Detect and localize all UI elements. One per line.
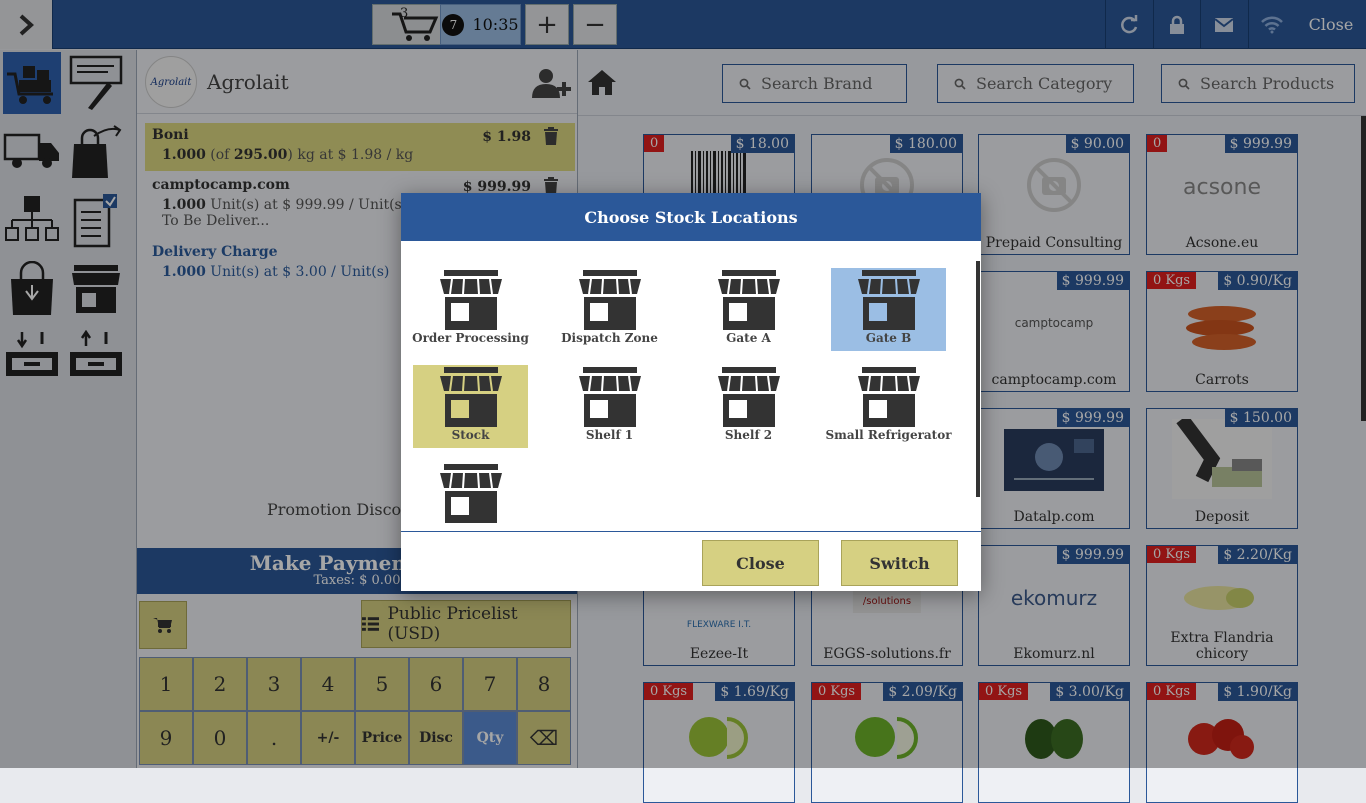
dialog-close-button[interactable]: Close (702, 540, 819, 586)
location-dispatch-zone[interactable]: Dispatch Zone (552, 268, 667, 351)
location-gate-b[interactable]: Gate B (831, 268, 946, 351)
location-label: Gate B (865, 331, 912, 345)
store-icon (857, 367, 920, 427)
location-label: Small Refrigerator (825, 428, 952, 442)
location-label: Shelf 2 (724, 428, 773, 442)
location-label: Gate A (726, 331, 771, 345)
location-gate-a[interactable]: Gate A (691, 268, 806, 351)
store-icon (439, 464, 502, 523)
location-small-refrigerator[interactable]: Small Refrigerator (825, 365, 952, 448)
dialog-title: Choose Stock Locations (401, 193, 981, 241)
store-icon (439, 367, 502, 427)
location-label: Shelf 1 (585, 428, 634, 442)
location-label: Order Processing (412, 331, 529, 345)
location-shelf-1[interactable]: Shelf 1 (552, 365, 667, 448)
location-grid: Order Processing Dispatch Zone Gate A Ga… (401, 241, 977, 523)
location-label: Dispatch Zone (561, 331, 658, 345)
store-icon (717, 367, 780, 427)
store-icon (578, 270, 641, 330)
location-label: Stock (451, 428, 490, 442)
store-icon (578, 367, 641, 427)
stock-location-dialog: Choose Stock Locations Order Processing … (401, 193, 981, 591)
store-icon (439, 270, 502, 330)
location-shelf-2[interactable]: Shelf 2 (691, 365, 806, 448)
store-icon (717, 270, 780, 330)
location-stock[interactable]: Stock (413, 365, 528, 448)
dialog-scrollbar[interactable] (976, 261, 980, 497)
dialog-switch-button[interactable]: Switch (841, 540, 958, 586)
location-order-processing[interactable]: Order Processing (412, 268, 529, 351)
location-item[interactable] (413, 462, 528, 523)
store-icon (857, 270, 920, 330)
dialog-footer (401, 531, 981, 532)
